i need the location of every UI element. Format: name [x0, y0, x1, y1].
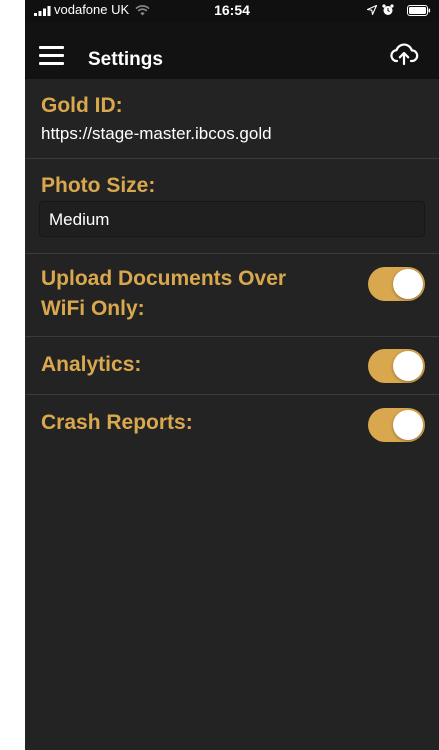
toggle-knob: [393, 410, 423, 440]
upload-wifi-only-label: Upload Documents Over WiFi Only:: [41, 266, 286, 322]
analytics-toggle[interactable]: [368, 349, 425, 383]
setting-photo-size: Photo Size: Medium: [25, 159, 439, 254]
gold-id-value: https://stage-master.ibcos.gold: [41, 124, 272, 143]
upload-wifi-only-toggle[interactable]: [368, 267, 425, 301]
phone-screen: vodafone UK 16:54 Settings Gold ID: http…: [25, 0, 439, 750]
nav-bar: Settings: [25, 22, 439, 79]
alarm-clock-icon: [382, 4, 394, 15]
setting-upload-wifi-only: Upload Documents Over WiFi Only:: [25, 254, 439, 337]
photo-size-select[interactable]: Medium: [39, 201, 425, 237]
location-arrow-icon: [367, 5, 377, 15]
settings-list: Gold ID: https://stage-master.ibcos.gold…: [25, 79, 439, 452]
crash-reports-label: Crash Reports:: [41, 411, 193, 434]
analytics-label: Analytics:: [41, 353, 142, 376]
setting-analytics: Analytics:: [25, 337, 439, 395]
gold-id-label: Gold ID:: [41, 94, 123, 117]
photo-size-label: Photo Size:: [41, 174, 156, 197]
setting-crash-reports: Crash Reports:: [25, 395, 439, 452]
hamburger-menu-icon[interactable]: [39, 46, 65, 66]
toggle-knob: [393, 269, 423, 299]
upload-wifi-only-label-line1: Upload Documents Over: [41, 267, 287, 290]
status-bar: vodafone UK 16:54: [25, 0, 439, 22]
battery-icon: [407, 5, 431, 16]
photo-size-value: Medium: [49, 210, 110, 229]
toggle-knob: [393, 351, 423, 381]
cloud-upload-icon[interactable]: [389, 42, 419, 68]
upload-wifi-only-label-line2: WiFi Only:: [41, 297, 145, 320]
page-title: Settings: [88, 49, 163, 70]
setting-gold-id: Gold ID: https://stage-master.ibcos.gold: [25, 79, 439, 159]
crash-reports-toggle[interactable]: [368, 408, 425, 442]
